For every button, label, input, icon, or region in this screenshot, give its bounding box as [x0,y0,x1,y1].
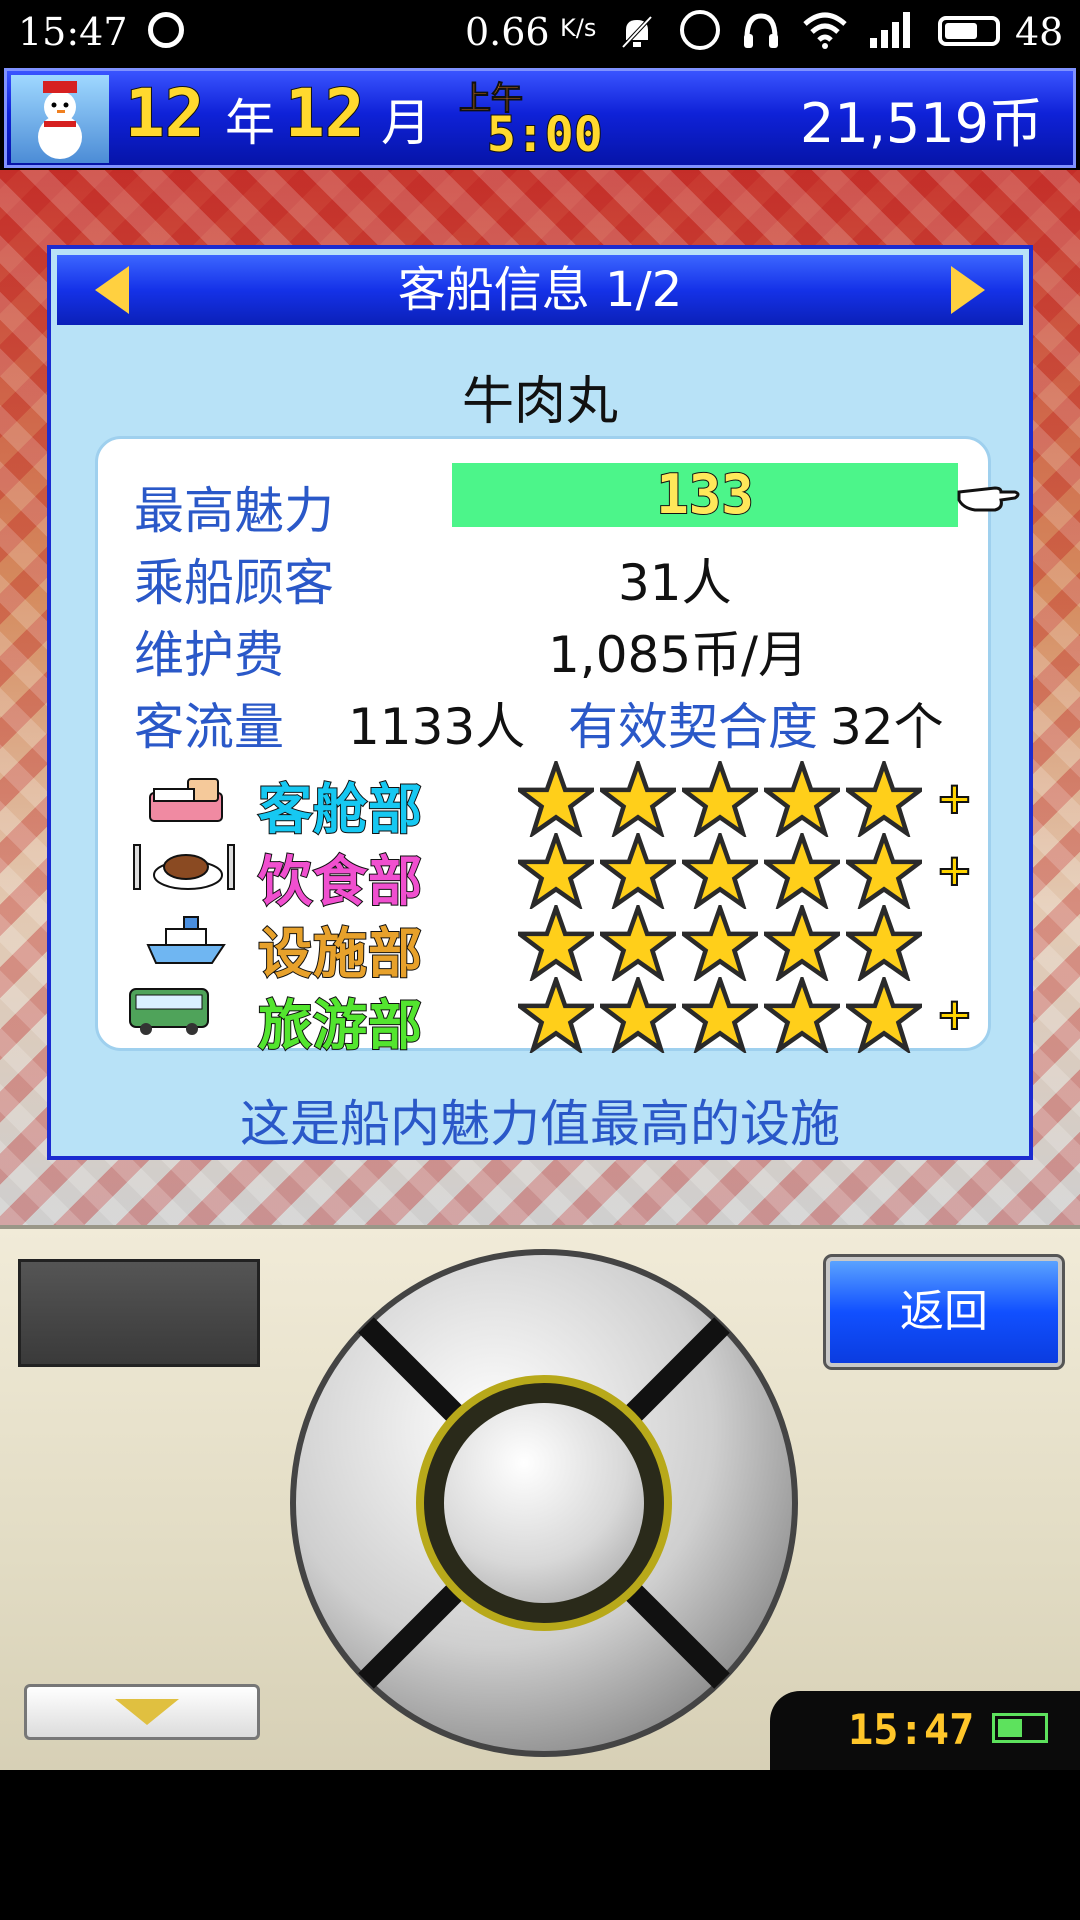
star-icon [764,905,840,981]
star-icon [682,761,758,837]
dialog-title: 客船信息 1/2 [397,262,683,318]
info-panel: 最高魅力 133 乘船顾客 31人 维护费 1,085币/月 客流量 1133人… [95,436,991,1058]
next-page-arrow-icon[interactable] [951,266,985,314]
dialog-header: 客船信息 1/2 [57,255,1023,325]
pointing-hand-icon [955,470,1025,520]
upgrade-plus-icon[interactable]: + [935,844,974,897]
star-icon [846,761,922,837]
star-icon [764,761,840,837]
alarm-icon [680,10,720,50]
center-button[interactable] [416,1375,672,1631]
game-top-bar: 12 年 12 月 上午 5:00 21,519币 [4,68,1076,168]
star-icon [682,977,758,1053]
star-icon [518,977,594,1053]
facility-name: 牛肉丸 [461,372,618,432]
star-icon [600,977,676,1053]
directional-pad[interactable] [290,1249,798,1757]
star-icon [600,905,676,981]
year-unit: 年 [225,94,275,152]
device-clock: 15:47 [848,1705,975,1754]
star-icon [846,905,922,981]
star-icon [518,905,594,981]
wifi-icon [802,10,848,50]
ship-info-dialog: 客船信息 1/2 牛肉丸 最高魅力 133 乘船顾客 31人 维护费 1,085… [47,245,1033,1160]
mute-bell-icon [620,14,654,50]
snowman-avatar-icon [11,75,109,163]
device-battery-icon [992,1713,1048,1743]
year-value: 12 [124,74,205,153]
money-display: 21,519币 [800,92,1043,155]
prev-page-arrow-icon[interactable] [95,266,129,314]
star-icon [682,833,758,909]
net-speed: 0.66 [465,10,550,54]
star-icon [682,905,758,981]
back-button[interactable]: 返回 [823,1254,1065,1370]
down-triangle-icon [115,1699,179,1725]
month-value: 12 [284,74,365,153]
game-clock: 5:00 [486,106,604,164]
device-clock-panel: 15:47 [770,1691,1080,1774]
status-time: 15:47 [18,10,128,54]
net-unit: K/s [560,14,597,42]
dialog-footer-text: 这是船内魅力值最高的设施 [240,1095,840,1153]
battery-level: 48 [1015,10,1064,54]
star-icon [764,977,840,1053]
star-icon [600,833,676,909]
status-bar: 15:47 0.66 K/s 48 [0,0,1080,66]
headphone-icon [742,10,780,50]
back-button-label: 返回 [900,1286,988,1337]
star-icon [846,833,922,909]
signal-icon [868,10,916,50]
month-unit: 月 [381,94,431,152]
left-soft-key[interactable] [18,1259,260,1367]
star-icon [518,761,594,837]
star-icon [600,761,676,837]
star-icon [846,977,922,1053]
battery-icon [938,16,1000,46]
control-panel: 返回 15:47 [0,1225,1080,1774]
upgrade-plus-icon[interactable]: + [935,772,974,825]
menu-toggle-button[interactable] [24,1684,260,1740]
center-button-face [444,1403,644,1603]
upgrade-plus-icon[interactable]: + [935,988,974,1041]
star-icon [518,833,594,909]
star-icon [764,833,840,909]
star-ratings: + + + [98,439,988,1053]
bottom-black-area [0,1770,1080,1920]
weibo-icon [148,12,184,48]
